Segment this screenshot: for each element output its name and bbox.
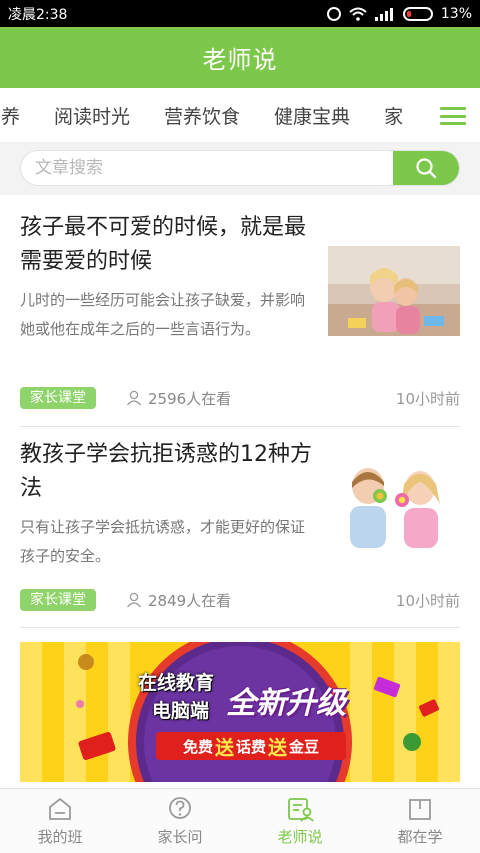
nav-teacher-says[interactable]: 老师说	[240, 789, 360, 853]
question-icon	[169, 797, 191, 819]
banner-line-2: 电脑端	[152, 700, 210, 722]
banner-line-1: 在线教育	[138, 672, 215, 694]
nav-all-learning[interactable]: 都在学	[360, 789, 480, 853]
timestamp: 10小时前	[395, 591, 460, 610]
article-title[interactable]: 教孩子学会抗拒诱惑的12种方法	[20, 438, 316, 506]
view-count-text: 2596人在看	[148, 389, 232, 408]
nav-label: 我的班	[37, 828, 83, 846]
bottom-nav: 我的班 家长问 老师说 都在学	[0, 788, 480, 853]
search-icon	[416, 158, 437, 179]
user-icon	[126, 390, 142, 406]
tab-strip[interactable]: 营养 阅读时光 营养饮食 健康宝典 家	[0, 88, 430, 143]
alarm-icon	[326, 6, 341, 21]
view-count: 2849人在看	[126, 590, 231, 611]
timestamp: 10小时前	[395, 389, 460, 408]
promo-free: 免费	[182, 737, 213, 756]
category-tabs: 营养 阅读时光 营养饮食 健康宝典 家	[0, 88, 480, 143]
article-description: 只有让孩子学会抵抗诱惑，才能更好的保证孩子的安全。	[20, 518, 306, 565]
app-screen: 凌晨2:38 13% 老师说 营养 阅读时光 营养饮食 健康宝典	[0, 0, 480, 853]
promo-item-2: 金豆	[289, 737, 320, 756]
article-meta: 家长课堂 2596人在看 10小时前	[20, 386, 460, 410]
tab-family[interactable]: 家	[384, 102, 403, 129]
home-icon	[49, 797, 71, 820]
article-description: 儿时的一些经历可能会让孩子缺爱，并影响她或他在成年之后的一些言语行为。	[20, 291, 306, 338]
wifi-icon	[349, 7, 367, 21]
status-bar: 凌晨2:38 13%	[0, 0, 480, 27]
status-icons: 13%	[326, 5, 472, 22]
view-count: 2596人在看	[126, 388, 231, 409]
battery-percent: 13%	[440, 5, 472, 22]
teacher-icon	[288, 798, 314, 822]
page-title: 老师说	[202, 46, 278, 74]
article-card[interactable]: 孩子最不可爱的时候，就是最需要爱的时候 儿时的一些经历可能会让孩子缺爱，并影响她…	[20, 211, 460, 427]
promo-send-1: 送	[214, 736, 234, 759]
banner-promo: 免费 送 话费 送 金豆	[156, 732, 346, 760]
nav-parents-ask[interactable]: 家长问	[120, 789, 240, 853]
search-bar	[0, 143, 480, 195]
category-badge[interactable]: 家长课堂	[20, 589, 96, 611]
article-card[interactable]: 教孩子学会抗拒诱惑的12种方法 只有让孩子学会抵抗诱惑，才能更好的保证孩子的安全…	[20, 438, 460, 628]
nav-label: 都在学	[397, 828, 443, 846]
search-input[interactable]	[21, 151, 395, 185]
promo-banner[interactable]: 在线教育 电脑端 全新升级 免费 送 话费 送 金豆	[20, 642, 460, 782]
tab-nutrition-diet[interactable]: 营养饮食	[164, 102, 240, 129]
tab-nutrition[interactable]: 营养	[0, 102, 20, 129]
battery-icon	[402, 6, 433, 21]
nav-label: 老师说	[277, 828, 323, 846]
promo-send-2: 送	[268, 736, 288, 759]
book-icon	[409, 799, 431, 820]
article-meta: 家长课堂 2849人在看 10小时前	[20, 588, 460, 612]
banner-headline: 全新升级	[226, 686, 346, 721]
tab-reading-time[interactable]: 阅读时光	[54, 102, 130, 129]
app-header: 老师说	[0, 27, 480, 88]
nav-my-class[interactable]: 我的班	[0, 789, 120, 853]
nav-label: 家长问	[157, 828, 203, 846]
promo-item-1: 话费	[235, 737, 266, 756]
category-badge[interactable]: 家长课堂	[20, 387, 96, 409]
article-title[interactable]: 孩子最不可爱的时候，就是最需要爱的时候	[20, 211, 316, 279]
article-thumbnail[interactable]	[328, 458, 460, 548]
signal-icon	[374, 7, 395, 21]
search-box	[20, 150, 460, 186]
search-button[interactable]	[393, 151, 459, 185]
tab-health-guide[interactable]: 健康宝典	[274, 102, 350, 129]
view-count-text: 2849人在看	[148, 591, 232, 610]
menu-icon[interactable]	[440, 107, 466, 125]
user-icon	[126, 592, 142, 608]
article-thumbnail[interactable]	[328, 246, 460, 336]
status-time: 凌晨2:38	[8, 6, 68, 23]
